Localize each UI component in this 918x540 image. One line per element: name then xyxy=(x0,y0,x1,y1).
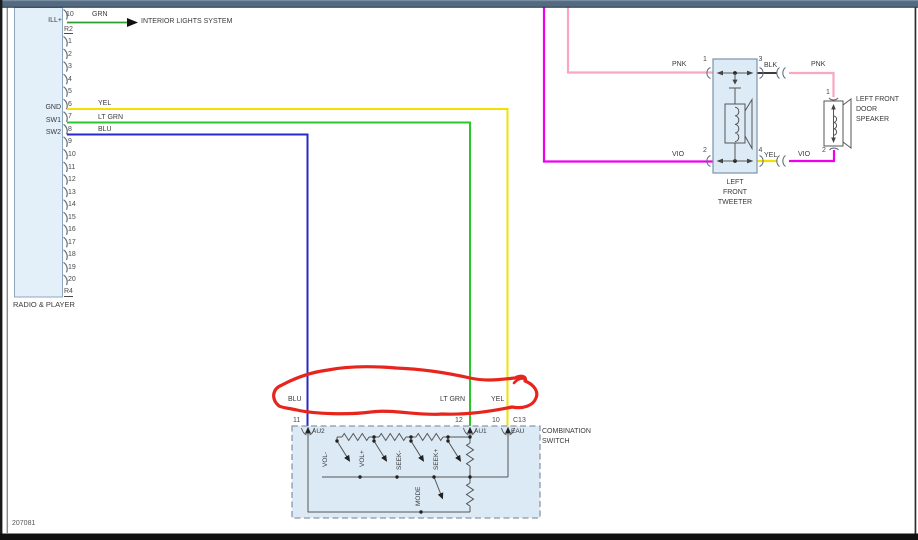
radio-title: RADIO & PLAYER xyxy=(13,300,75,309)
switch-wire-label-lt-grn: LT GRN xyxy=(440,396,466,403)
radio-pin-number: 5 xyxy=(68,88,72,96)
wire-label-vio-left: VIO xyxy=(672,150,685,158)
terminal-au2: AU2 xyxy=(312,427,325,435)
switch-pin-11: 11 xyxy=(293,417,301,424)
speaker-cone-icon xyxy=(842,98,852,149)
radio-pin-number: 13 xyxy=(68,188,76,196)
radio-pin-number: 15 xyxy=(68,213,76,221)
tweeter-pin3: 3 xyxy=(758,56,763,63)
wire-label-blu: BLU xyxy=(98,126,112,133)
wire-label-pnk-left: PNK xyxy=(672,60,687,68)
terminal-eau: EAU xyxy=(511,427,525,435)
wire-pnk-main xyxy=(566,7,713,74)
radio-pin-number: 8 xyxy=(68,125,72,133)
switch-connector-c13: C13 xyxy=(513,417,526,424)
tweeter-pin2: 2 xyxy=(703,146,707,154)
switch-pin-12: 12 xyxy=(455,417,463,424)
radio-pin-number: 19 xyxy=(68,263,76,271)
wire-label-yel: YEL xyxy=(98,100,112,107)
switch-label-vol-minus: VOL- xyxy=(321,451,329,467)
radio-pin-number: 1 xyxy=(68,38,72,45)
wiring-diagram-canvas xyxy=(0,0,918,540)
wire-blu xyxy=(67,133,309,429)
radio-pin-number: 12 xyxy=(68,176,76,184)
radio-wires xyxy=(67,18,509,429)
switch-label-vol-plus: VOL+ xyxy=(359,450,366,467)
bottom-bar xyxy=(0,533,918,540)
red-annotation-circle xyxy=(272,365,539,416)
right-border xyxy=(914,7,917,535)
tweeter-pin1: 1 xyxy=(703,56,707,63)
radio-pin-number: 2 xyxy=(68,50,72,58)
radio-signal-sw1: SW1 xyxy=(45,116,61,124)
switch-pin-10: 10 xyxy=(492,417,500,424)
interior-lights-arrow-icon xyxy=(127,18,138,27)
wiring-diagram-page: ILL+ 10 R2 GND SW1 SW2 R4 RADIO & PLAYER… xyxy=(0,0,918,540)
radio-pin-number: 17 xyxy=(68,238,76,246)
radio-connector-block xyxy=(14,0,68,298)
radio-signal-gnd: GND xyxy=(45,103,61,111)
radio-signal-sw2: SW2 xyxy=(45,129,61,136)
radio-pin-arcs xyxy=(63,0,68,286)
radio-pin-number: 3 xyxy=(68,63,72,71)
switch-label-mode: MODE xyxy=(414,486,422,507)
radio-pin-number: 10 xyxy=(68,150,76,158)
tweeter-pin4: 4 xyxy=(758,146,763,154)
radio-pin-number: 6 xyxy=(68,100,72,108)
door-speaker-pin2: 2 xyxy=(822,146,826,154)
combination-switch-title: COMBINATION SWITCH xyxy=(542,427,591,445)
tweeter-title: LEFT FRONT TWEETER xyxy=(717,179,753,206)
radio-pin-number: 4 xyxy=(68,75,72,83)
radio-connector-r2: R2 xyxy=(64,25,73,34)
diagram-number: 207081 xyxy=(12,520,36,527)
wire-label-yel-right: YEL xyxy=(764,152,778,159)
wire-label-vio-right: VIO xyxy=(798,150,811,158)
left-border xyxy=(0,0,3,540)
wire-lt-grn xyxy=(67,121,471,429)
radio-pin-number: 18 xyxy=(68,251,76,259)
top-bar xyxy=(0,0,918,8)
switch-label-seek-plus: SEEK+ xyxy=(433,448,440,470)
terminal-au1: AU1 xyxy=(474,427,487,435)
wire-label-grn: GRN xyxy=(92,11,108,18)
radio-pin-number: 16 xyxy=(68,226,76,234)
radio-pin-number: 9 xyxy=(68,138,72,146)
inline-connector-icons xyxy=(776,67,786,167)
interior-lights-label: INTERIOR LIGHTS SYSTEM xyxy=(141,18,233,25)
door-speaker-pin1: 1 xyxy=(826,89,830,96)
radio-pin-number: 11 xyxy=(68,163,76,171)
wire-vio-main xyxy=(542,7,713,163)
door-speaker-title: LEFT FRONT DOOR SPEAKER xyxy=(856,96,900,123)
radio-pin10-number: 10 xyxy=(66,11,74,18)
radio-pin-number: 7 xyxy=(68,113,72,121)
door-speaker-symbol xyxy=(823,97,852,151)
radio-pin-number: 20 xyxy=(68,276,76,284)
switch-label-seek-minus: SEEK- xyxy=(396,450,403,470)
switch-wire-label-blu: BLU xyxy=(288,396,302,403)
radio-pin-number: 14 xyxy=(68,201,76,209)
wire-label-pnk-right: PNK xyxy=(811,60,826,68)
wire-label-lt-grn: LT GRN xyxy=(98,113,124,121)
radio-signal-ill: ILL+ xyxy=(48,17,62,24)
wire-vio-right xyxy=(789,150,836,163)
tweeter-symbol xyxy=(706,58,764,174)
speaker-wires xyxy=(542,7,836,167)
radio-connector-r4: R4 xyxy=(64,288,73,297)
wire-label-blk: BLK xyxy=(764,62,778,69)
switch-wire-label-yel: YEL xyxy=(491,396,505,403)
